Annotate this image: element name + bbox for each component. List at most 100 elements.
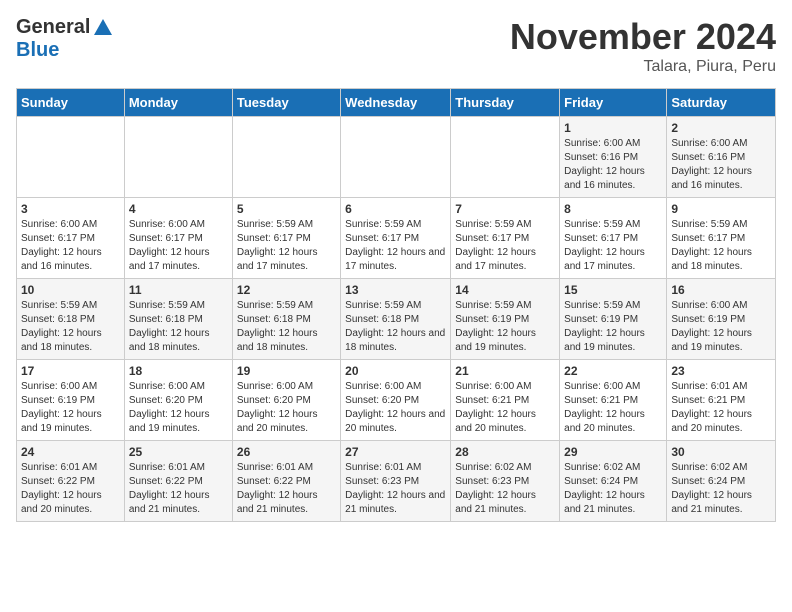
day-number: 16 — [671, 283, 771, 297]
col-header-sunday: Sunday — [17, 89, 125, 117]
day-info: Sunrise: 5:59 AM Sunset: 6:18 PM Dayligh… — [21, 299, 120, 355]
calendar-table: SundayMondayTuesdayWednesdayThursdayFrid… — [16, 88, 776, 522]
day-info: Sunrise: 6:00 AM Sunset: 6:21 PM Dayligh… — [564, 380, 662, 436]
page-header: General Blue November 2024 Talara, Piura… — [16, 16, 776, 76]
day-number: 13 — [345, 283, 446, 297]
day-info: Sunrise: 5:59 AM Sunset: 6:17 PM Dayligh… — [345, 218, 446, 274]
day-info: Sunrise: 6:00 AM Sunset: 6:19 PM Dayligh… — [671, 299, 771, 355]
calendar-cell: 8 Sunrise: 5:59 AM Sunset: 6:17 PM Daylig… — [560, 198, 667, 279]
calendar-cell: 16 Sunrise: 6:00 AM Sunset: 6:19 PM Dayli… — [667, 279, 776, 360]
day-info: Sunrise: 6:02 AM Sunset: 6:24 PM Dayligh… — [564, 461, 662, 517]
calendar-cell: 13 Sunrise: 5:59 AM Sunset: 6:18 PM Dayli… — [341, 279, 451, 360]
logo-general: General — [16, 16, 90, 39]
calendar-cell: 27 Sunrise: 6:01 AM Sunset: 6:23 PM Dayli… — [341, 441, 451, 522]
day-number: 3 — [21, 202, 120, 216]
col-header-tuesday: Tuesday — [232, 89, 340, 117]
day-info: Sunrise: 6:00 AM Sunset: 6:21 PM Dayligh… — [455, 380, 555, 436]
day-info: Sunrise: 6:00 AM Sunset: 6:20 PM Dayligh… — [345, 380, 446, 436]
calendar-cell: 17Sunrise: 6:00 AM Sunset: 6:19 PM Dayli… — [17, 360, 125, 441]
calendar-cell: 9Sunrise: 5:59 AM Sunset: 6:17 PM Daylig… — [667, 198, 776, 279]
calendar-cell — [232, 117, 340, 198]
day-info: Sunrise: 6:02 AM Sunset: 6:24 PM Dayligh… — [671, 461, 771, 517]
day-number: 6 — [345, 202, 446, 216]
day-number: 22 — [564, 364, 662, 378]
calendar-cell — [341, 117, 451, 198]
day-number: 28 — [455, 445, 555, 459]
day-info: Sunrise: 6:00 AM Sunset: 6:16 PM Dayligh… — [564, 137, 662, 193]
calendar-cell: 15 Sunrise: 5:59 AM Sunset: 6:19 PM Dayli… — [560, 279, 667, 360]
calendar-cell: 26 Sunrise: 6:01 AM Sunset: 6:22 PM Dayli… — [232, 441, 340, 522]
day-number: 19 — [237, 364, 336, 378]
day-info: Sunrise: 5:59 AM Sunset: 6:17 PM Dayligh… — [671, 218, 771, 274]
calendar-cell: 30Sunrise: 6:02 AM Sunset: 6:24 PM Dayli… — [667, 441, 776, 522]
calendar-cell: 18Sunrise: 6:00 AM Sunset: 6:20 PM Dayli… — [124, 360, 232, 441]
day-info: Sunrise: 5:59 AM Sunset: 6:17 PM Dayligh… — [455, 218, 555, 274]
day-info: Sunrise: 5:59 AM Sunset: 6:18 PM Dayligh… — [129, 299, 228, 355]
calendar-cell: 28 Sunrise: 6:02 AM Sunset: 6:23 PM Dayli… — [451, 441, 560, 522]
col-header-saturday: Saturday — [667, 89, 776, 117]
logo: General Blue — [16, 16, 114, 62]
day-info: Sunrise: 5:59 AM Sunset: 6:19 PM Dayligh… — [564, 299, 662, 355]
calendar-cell: 3 Sunrise: 6:00 AM Sunset: 6:17 PM Daylig… — [17, 198, 125, 279]
day-number: 18 — [129, 364, 228, 378]
calendar-cell: 11 Sunrise: 5:59 AM Sunset: 6:18 PM Dayli… — [124, 279, 232, 360]
day-number: 26 — [237, 445, 336, 459]
day-number: 20 — [345, 364, 446, 378]
day-info: Sunrise: 6:01 AM Sunset: 6:21 PM Dayligh… — [671, 380, 771, 436]
col-header-wednesday: Wednesday — [341, 89, 451, 117]
day-number: 1 — [564, 121, 662, 135]
calendar-cell: 10 Sunrise: 5:59 AM Sunset: 6:18 PM Dayli… — [17, 279, 125, 360]
calendar-cell: 2Sunrise: 6:00 AM Sunset: 6:16 PM Daylig… — [667, 117, 776, 198]
day-number: 12 — [237, 283, 336, 297]
calendar-cell: 29 Sunrise: 6:02 AM Sunset: 6:24 PM Dayli… — [560, 441, 667, 522]
day-number: 11 — [129, 283, 228, 297]
day-number: 29 — [564, 445, 662, 459]
day-number: 15 — [564, 283, 662, 297]
calendar-cell: 5Sunrise: 5:59 AM Sunset: 6:17 PM Daylig… — [232, 198, 340, 279]
calendar-cell: 25 Sunrise: 6:01 AM Sunset: 6:22 PM Dayli… — [124, 441, 232, 522]
location: Talara, Piura, Peru — [510, 58, 776, 76]
title-block: November 2024 Talara, Piura, Peru — [510, 16, 776, 76]
col-header-monday: Monday — [124, 89, 232, 117]
day-info: Sunrise: 5:59 AM Sunset: 6:17 PM Dayligh… — [564, 218, 662, 274]
calendar-cell: 21 Sunrise: 6:00 AM Sunset: 6:21 PM Dayli… — [451, 360, 560, 441]
day-info: Sunrise: 6:00 AM Sunset: 6:20 PM Dayligh… — [237, 380, 336, 436]
calendar-cell: 1 Sunrise: 6:00 AM Sunset: 6:16 PM Daylig… — [560, 117, 667, 198]
day-number: 23 — [671, 364, 771, 378]
day-number: 25 — [129, 445, 228, 459]
day-info: Sunrise: 6:01 AM Sunset: 6:22 PM Dayligh… — [129, 461, 228, 517]
day-number: 27 — [345, 445, 446, 459]
calendar-cell: 20 Sunrise: 6:00 AM Sunset: 6:20 PM Dayli… — [341, 360, 451, 441]
col-header-thursday: Thursday — [451, 89, 560, 117]
day-info: Sunrise: 5:59 AM Sunset: 6:17 PM Dayligh… — [237, 218, 336, 274]
day-info: Sunrise: 6:01 AM Sunset: 6:22 PM Dayligh… — [237, 461, 336, 517]
calendar-cell — [124, 117, 232, 198]
day-number: 7 — [455, 202, 555, 216]
calendar-cell: 14Sunrise: 5:59 AM Sunset: 6:19 PM Dayli… — [451, 279, 560, 360]
day-number: 8 — [564, 202, 662, 216]
day-info: Sunrise: 6:01 AM Sunset: 6:23 PM Dayligh… — [345, 461, 446, 517]
calendar-cell: 12 Sunrise: 5:59 AM Sunset: 6:18 PM Dayli… — [232, 279, 340, 360]
day-number: 21 — [455, 364, 555, 378]
col-header-friday: Friday — [560, 89, 667, 117]
day-number: 10 — [21, 283, 120, 297]
day-number: 14 — [455, 283, 555, 297]
day-info: Sunrise: 5:59 AM Sunset: 6:18 PM Dayligh… — [237, 299, 336, 355]
logo-blue: Blue — [16, 39, 59, 62]
calendar-cell: 7 Sunrise: 5:59 AM Sunset: 6:17 PM Daylig… — [451, 198, 560, 279]
day-info: Sunrise: 5:59 AM Sunset: 6:18 PM Dayligh… — [345, 299, 446, 355]
calendar-cell: 22 Sunrise: 6:00 AM Sunset: 6:21 PM Dayli… — [560, 360, 667, 441]
day-number: 4 — [129, 202, 228, 216]
logo-icon — [92, 17, 114, 39]
calendar-cell: 4Sunrise: 6:00 AM Sunset: 6:17 PM Daylig… — [124, 198, 232, 279]
calendar-cell: 6 Sunrise: 5:59 AM Sunset: 6:17 PM Daylig… — [341, 198, 451, 279]
day-info: Sunrise: 6:00 AM Sunset: 6:16 PM Dayligh… — [671, 137, 771, 193]
calendar-cell — [451, 117, 560, 198]
calendar-cell: 23 Sunrise: 6:01 AM Sunset: 6:21 PM Dayli… — [667, 360, 776, 441]
day-info: Sunrise: 6:00 AM Sunset: 6:17 PM Dayligh… — [21, 218, 120, 274]
month-title: November 2024 — [510, 16, 776, 58]
calendar-cell: 24 Sunrise: 6:01 AM Sunset: 6:22 PM Dayli… — [17, 441, 125, 522]
day-info: Sunrise: 6:02 AM Sunset: 6:23 PM Dayligh… — [455, 461, 555, 517]
day-info: Sunrise: 6:01 AM Sunset: 6:22 PM Dayligh… — [21, 461, 120, 517]
day-number: 24 — [21, 445, 120, 459]
